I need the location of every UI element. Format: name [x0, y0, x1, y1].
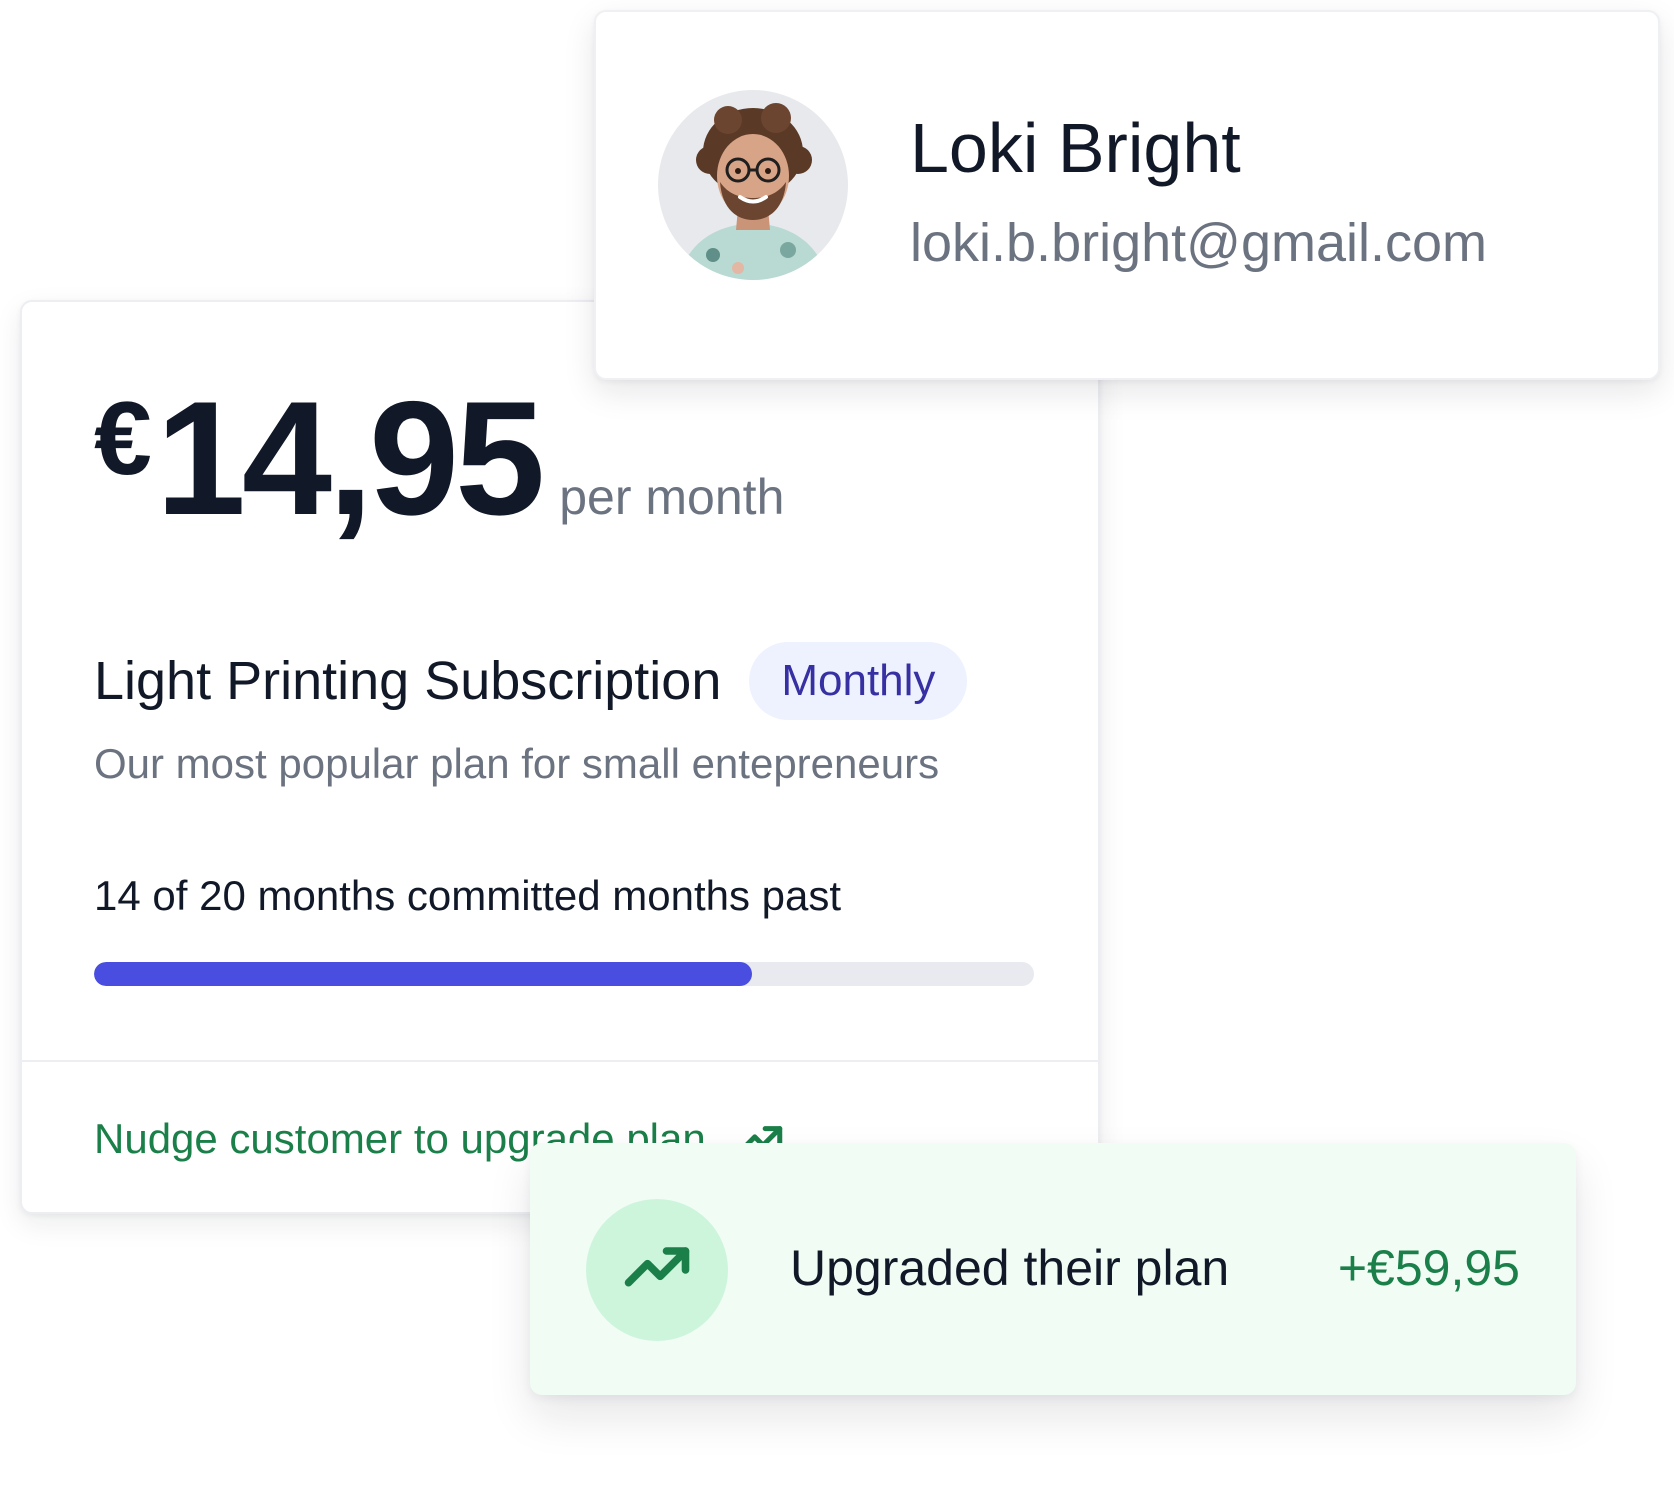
upgrade-message: Upgraded their plan: [790, 1240, 1230, 1296]
card-divider: [22, 1060, 1098, 1062]
trending-up-icon: [624, 1247, 690, 1287]
subscription-card: € 14,95 per month Light Printing Subscri…: [20, 300, 1100, 1214]
price: € 14,95 per month: [94, 378, 784, 540]
billing-badge: Monthly: [749, 642, 968, 720]
avatar: [658, 90, 848, 280]
price-currency: €: [94, 381, 152, 497]
plan-header: Light Printing Subscription Monthly: [94, 642, 968, 720]
commitment-progress-fill: [94, 962, 752, 986]
price-period: per month: [559, 469, 785, 525]
price-amount: 14,95: [155, 368, 545, 549]
commitment-progress-label: 14 of 20 months committed months past: [94, 872, 842, 919]
upgrade-icon-badge: [586, 1199, 728, 1341]
upgrade-notification: Upgraded their plan +€59,95: [530, 1143, 1576, 1395]
plan-description: Our most popular plan for small entepren…: [94, 740, 940, 787]
upgrade-amount: +€59,95: [1337, 1240, 1520, 1296]
customer-card: Loki Bright loki.b.bright@gmail.com: [594, 10, 1660, 380]
plan-name: Light Printing Subscription: [94, 651, 722, 711]
commitment-progress-bar: [94, 962, 1034, 986]
customer-name: Loki Bright: [910, 109, 1241, 187]
customer-email: loki.b.bright@gmail.com: [910, 213, 1488, 273]
